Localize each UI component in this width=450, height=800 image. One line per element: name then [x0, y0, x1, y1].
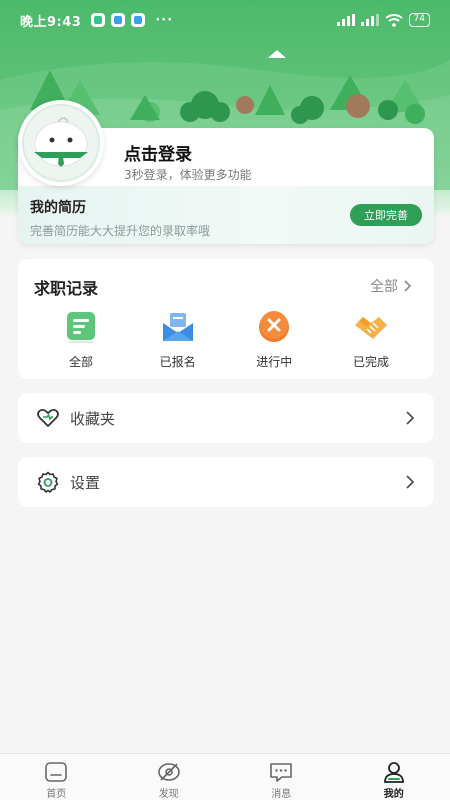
- gear-icon: [37, 471, 59, 493]
- mascot-avatar-icon: [22, 104, 100, 182]
- favorites-row[interactable]: 收藏夹: [18, 393, 434, 443]
- job-filter-label: 进行中: [256, 355, 293, 369]
- resume-title: 我的简历: [30, 200, 86, 216]
- job-records-all-label: 全部: [370, 279, 398, 295]
- tab-label: 消息: [271, 789, 292, 800]
- signal-icon: [360, 14, 379, 26]
- document-icon: [67, 312, 95, 343]
- wifi-icon: [384, 13, 403, 27]
- job-filter-all[interactable]: 全部: [36, 309, 126, 370]
- chevron-right-icon: [404, 280, 412, 292]
- status-bar: 晚上9:43 ··· 74: [0, 0, 450, 40]
- settings-row[interactable]: 设置: [18, 457, 434, 507]
- job-filter-applied[interactable]: 已报名: [133, 309, 223, 370]
- message-icon: [270, 763, 293, 782]
- login-subtitle: 3秒登录，体验更多功能: [124, 168, 252, 182]
- job-filter-label: 全部: [68, 355, 93, 369]
- app-notification-icon: [91, 13, 106, 27]
- tab-home[interactable]: 首页: [0, 754, 113, 800]
- more-notifications-icon: ···: [155, 12, 174, 28]
- discover-icon: [157, 763, 180, 781]
- app-notification-icon: [131, 13, 146, 27]
- job-filter-completed[interactable]: 已完成: [326, 309, 416, 370]
- bottom-tab-bar: 首页 发现 消息 我的: [0, 753, 450, 800]
- job-filter-in-progress[interactable]: 进行中: [229, 309, 319, 370]
- settings-label: 设置: [70, 474, 101, 492]
- resume-subtitle: 完善简历能大大提升您的录取率哦: [30, 224, 211, 238]
- signal-icon: [336, 14, 355, 26]
- complete-resume-button[interactable]: 立即完善: [350, 204, 422, 226]
- avatar[interactable]: [18, 100, 104, 186]
- heart-icon: [37, 408, 59, 427]
- tab-profile[interactable]: 我的: [338, 754, 450, 800]
- favorites-label: 收藏夹: [70, 410, 116, 428]
- tab-label: 我的: [383, 789, 404, 800]
- job-filter-label: 已报名: [159, 355, 196, 369]
- tab-messages[interactable]: 消息: [225, 754, 338, 800]
- tab-discover[interactable]: 发现: [113, 754, 226, 800]
- handshake-icon: [354, 317, 387, 339]
- job-records-all-link[interactable]: 全部: [370, 276, 412, 296]
- envelope-icon: [162, 313, 193, 341]
- app-notification-icon: [111, 13, 126, 27]
- battery-icon: 74: [408, 13, 430, 27]
- job-records-card: 求职记录 全部 全部 已报名 进行中 已完成: [18, 259, 434, 379]
- resume-banner[interactable]: 我的简历 完善简历能大大提升您的录取率哦 立即完善: [18, 186, 434, 244]
- login-title[interactable]: 点击登录: [124, 140, 192, 165]
- job-records-title: 求职记录: [34, 279, 99, 298]
- home-icon: [45, 762, 68, 782]
- tab-label: 发现: [158, 789, 179, 800]
- job-filter-label: 已完成: [352, 355, 389, 369]
- profile-icon: [383, 762, 404, 783]
- tab-label: 首页: [46, 789, 67, 800]
- status-time: 晚上9:43: [20, 14, 82, 30]
- chevron-right-icon: [406, 411, 415, 425]
- close-circle-icon: [259, 311, 290, 342]
- chevron-right-icon: [406, 475, 415, 489]
